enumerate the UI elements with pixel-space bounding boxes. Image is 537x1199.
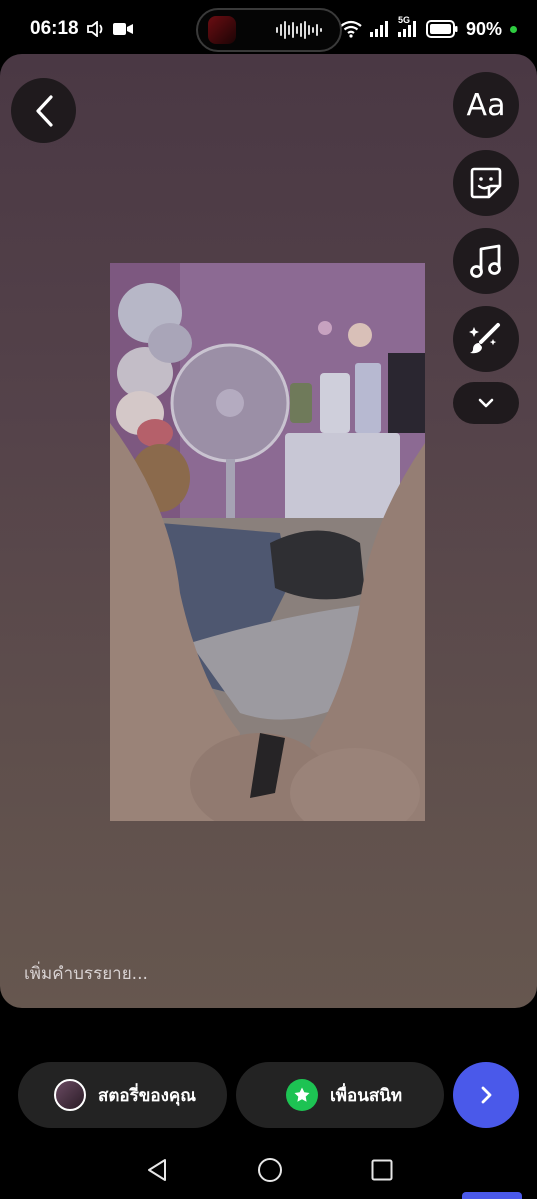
clock: 06:18 (30, 18, 79, 39)
chevron-down-icon (478, 398, 494, 408)
avatar (54, 1079, 86, 1111)
battery-percent: 90% (465, 18, 502, 39)
network-label: 5G (397, 15, 410, 25)
caption-input[interactable]: เพิ่มคำบรรยาย... (24, 960, 148, 987)
story-photo[interactable] (110, 263, 425, 821)
system-navigation-bar (0, 1140, 537, 1199)
effects-tool-button[interactable] (453, 306, 519, 372)
next-button-shadow (462, 1192, 522, 1199)
signal-icon (369, 21, 388, 37)
photo-content (110, 263, 425, 821)
chevron-right-icon (481, 1086, 492, 1104)
wifi-icon (340, 20, 362, 38)
audio-waveform-icon (276, 21, 322, 39)
battery-icon (425, 20, 458, 38)
back-triangle-icon[interactable] (145, 1158, 169, 1182)
chevron-left-icon (35, 94, 53, 127)
music-tool-button[interactable] (453, 228, 519, 294)
music-note-icon (470, 244, 501, 278)
status-left: 06:18 (30, 18, 133, 40)
next-button[interactable] (453, 1062, 519, 1128)
home-circle-icon[interactable] (257, 1157, 283, 1183)
status-right: 5G 90% (340, 15, 517, 40)
share-bar: สตอรี่ของคุณ เพื่อนสนิท (0, 1062, 537, 1130)
text-tool-label: Aa (466, 87, 506, 123)
more-tools-button[interactable] (453, 382, 519, 424)
story-editor-canvas[interactable]: Aa เพิ่มคำบรรยาย... (0, 54, 537, 1008)
volume-icon (86, 21, 103, 37)
privacy-indicator-dot (510, 25, 517, 33)
your-story-label: สตอรี่ของคุณ (98, 1085, 197, 1106)
sticker-icon (470, 167, 502, 199)
magic-brush-icon (469, 323, 500, 354)
close-friends-label: เพื่อนสนิท (330, 1085, 403, 1106)
text-tool-button[interactable]: Aa (453, 72, 519, 138)
signal-5g: 5G (397, 15, 418, 37)
back-button[interactable] (11, 78, 76, 143)
close-friends-button[interactable]: เพื่อนสนิท (236, 1062, 444, 1128)
now-playing-thumbnail (208, 16, 236, 44)
star-icon (286, 1079, 318, 1111)
video-camera-icon (112, 23, 133, 35)
recents-square-icon[interactable] (371, 1159, 393, 1181)
dynamic-island[interactable] (196, 8, 342, 52)
sticker-tool-button[interactable] (453, 150, 519, 216)
your-story-button[interactable]: สตอรี่ของคุณ (18, 1062, 227, 1128)
